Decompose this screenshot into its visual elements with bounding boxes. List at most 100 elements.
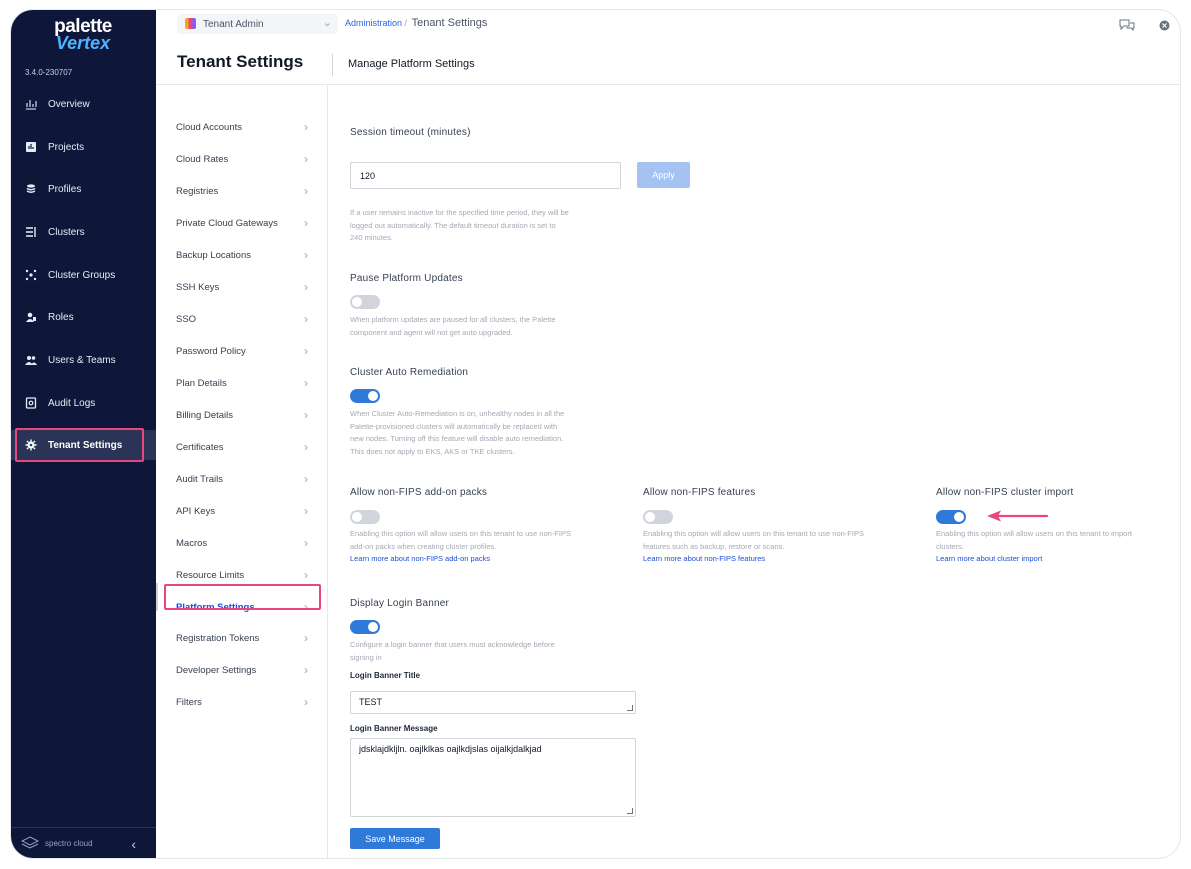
pause-updates-help: When platform updates are paused for all…	[350, 314, 630, 339]
settings-menu: Cloud Accounts › Cloud Rates › Registries ›…	[156, 85, 328, 858]
sidebar-item-clusters[interactable]: Clusters	[11, 217, 156, 247]
menu-item-cloud-accounts[interactable]: Cloud Accounts ›	[176, 117, 308, 137]
chevron-right-icon: ›	[304, 344, 308, 358]
help-line: component and agent will not get auto up…	[350, 327, 513, 337]
sidebar-item-label: Overview	[48, 98, 90, 110]
menu-item-api-keys[interactable]: API Keys ›	[176, 501, 308, 521]
menu-item-private-cloud-gateways[interactable]: Private Cloud Gateways ›	[176, 213, 308, 233]
sidebar-item-label: Users & Teams	[48, 354, 116, 366]
fips-import-toggle[interactable]	[936, 510, 966, 524]
apply-button[interactable]: Apply	[637, 162, 690, 188]
scope-selector[interactable]: Tenant Admin ⌄	[177, 14, 338, 34]
chat-icon[interactable]	[1119, 18, 1135, 36]
chevron-right-icon: ›	[304, 695, 308, 709]
menu-item-label: Plan Details	[176, 377, 227, 389]
chevron-right-icon: ›	[304, 120, 308, 134]
menu-item-plan-details[interactable]: Plan Details ›	[176, 373, 308, 393]
menu-item-certificates[interactable]: Certificates ›	[176, 437, 308, 457]
chevron-right-icon: ›	[304, 440, 308, 454]
menu-item-backup-locations[interactable]: Backup Locations ›	[176, 245, 308, 265]
banner-title-input[interactable]: TEST	[350, 691, 636, 714]
menu-item-filters[interactable]: Filters ›	[176, 692, 308, 712]
fips-packs-help: Enabling this option will allow users on…	[350, 528, 630, 553]
toggle-knob	[352, 512, 362, 522]
menu-item-registration-tokens[interactable]: Registration Tokens ›	[176, 628, 308, 648]
collapse-sidebar-icon[interactable]: ‹	[131, 836, 136, 852]
toggle-knob	[368, 391, 378, 401]
help-icon[interactable]	[1159, 18, 1170, 36]
breadcrumb-current: Tenant Settings	[411, 17, 488, 29]
resize-handle-icon[interactable]	[627, 808, 633, 814]
banner-title-label: Login Banner Title	[350, 671, 421, 680]
menu-item-ssh-keys[interactable]: SSH Keys ›	[176, 277, 308, 297]
sidebar-item-audit-logs[interactable]: Audit Logs	[11, 388, 156, 418]
menu-item-macros[interactable]: Macros ›	[176, 533, 308, 553]
banner-message-textarea[interactable]: jdsklajdkljln. oajlklkas oajlkdjslas oij…	[350, 738, 636, 817]
fips-packs-learn-more-link[interactable]: Learn more about non-FIPS add-on packs	[350, 554, 490, 563]
chevron-right-icon: ›	[304, 312, 308, 326]
menu-item-label: Developer Settings	[176, 664, 257, 676]
help-line: add-on packs when creating cluster profi…	[350, 541, 497, 551]
sidebar-item-projects[interactable]: Projects	[11, 132, 156, 162]
chevron-right-icon: ›	[304, 568, 308, 582]
chevron-right-icon: ›	[304, 216, 308, 230]
menu-item-label: Certificates	[176, 441, 224, 453]
chevron-right-icon: ›	[304, 408, 308, 422]
auto-remediation-toggle[interactable]	[350, 389, 380, 403]
page-subtitle: Manage Platform Settings	[348, 58, 475, 70]
sidebar-item-overview[interactable]: Overview	[11, 89, 156, 119]
users-icon	[25, 354, 37, 366]
chevron-right-icon: ›	[304, 152, 308, 166]
cluster-groups-icon	[25, 269, 37, 281]
fips-features-toggle[interactable]	[643, 510, 673, 524]
help-line: Configure a login banner that users must…	[350, 640, 555, 649]
sidebar-item-users-teams[interactable]: Users & Teams	[11, 345, 156, 375]
fips-import-help: Enabling this option will allow users on…	[936, 528, 1176, 553]
fips-features-learn-more-link[interactable]: Learn more about non-FIPS features	[643, 554, 765, 563]
chevron-right-icon: ›	[304, 631, 308, 645]
menu-item-registries[interactable]: Registries ›	[176, 181, 308, 201]
pointer-arrow-icon	[987, 510, 1049, 522]
sidebar-item-roles[interactable]: Roles	[11, 302, 156, 332]
menu-item-audit-trails[interactable]: Audit Trails ›	[176, 469, 308, 489]
chevron-right-icon: ›	[304, 472, 308, 486]
sidebar-item-label: Clusters	[48, 226, 85, 238]
menu-item-label: Filters	[176, 696, 202, 708]
main-sidebar: palette Vertex 3.4.0-230707 Overview Pro…	[11, 10, 156, 858]
chevron-right-icon: ›	[304, 280, 308, 294]
save-message-button[interactable]: Save Message	[350, 828, 440, 849]
help-line: Enabling this option will allow users on…	[643, 529, 864, 538]
menu-item-sso[interactable]: SSO ›	[176, 309, 308, 329]
platform-settings-panel: Session timeout (minutes) 120 Apply If a…	[329, 85, 1180, 858]
sidebar-item-profiles[interactable]: Profiles	[11, 174, 156, 204]
sidebar-item-label: Profiles	[48, 183, 82, 195]
menu-item-billing-details[interactable]: Billing Details ›	[176, 405, 308, 425]
menu-item-developer-settings[interactable]: Developer Settings ›	[176, 660, 308, 680]
footer-brand: spectro cloud	[45, 838, 93, 848]
menu-item-resource-limits[interactable]: Resource Limits ›	[176, 565, 308, 585]
help-line: features such as backup, restore or scan…	[643, 541, 785, 551]
session-timeout-help: If a user remains inactive for the speci…	[350, 207, 630, 245]
fips-packs-toggle[interactable]	[350, 510, 380, 524]
chevron-down-icon: ⌄	[322, 17, 332, 29]
menu-item-label: Registration Tokens	[176, 632, 260, 644]
highlight-box-platform-settings	[164, 584, 321, 610]
sidebar-item-cluster-groups[interactable]: Cluster Groups	[11, 260, 156, 290]
fips-packs-label: Allow non-FIPS add-on packs	[350, 487, 488, 498]
menu-item-label: Registries	[176, 185, 219, 197]
chart-icon	[25, 98, 37, 110]
resize-handle-icon[interactable]	[627, 705, 633, 711]
login-banner-toggle[interactable]	[350, 620, 380, 634]
fips-import-learn-more-link[interactable]: Learn more about cluster import	[936, 554, 1042, 563]
chevron-right-icon: ›	[304, 248, 308, 262]
menu-item-password-policy[interactable]: Password Policy ›	[176, 341, 308, 361]
session-timeout-input[interactable]: 120	[350, 162, 621, 189]
roles-icon	[25, 311, 37, 323]
pause-updates-toggle[interactable]	[350, 295, 380, 309]
chevron-right-icon: ›	[304, 376, 308, 390]
menu-item-label: Cloud Rates	[176, 153, 229, 165]
menu-item-cloud-rates[interactable]: Cloud Rates ›	[176, 149, 308, 169]
menu-item-label: Backup Locations	[176, 249, 251, 261]
projects-icon	[25, 141, 37, 153]
breadcrumb-administration[interactable]: Administration	[345, 18, 402, 28]
